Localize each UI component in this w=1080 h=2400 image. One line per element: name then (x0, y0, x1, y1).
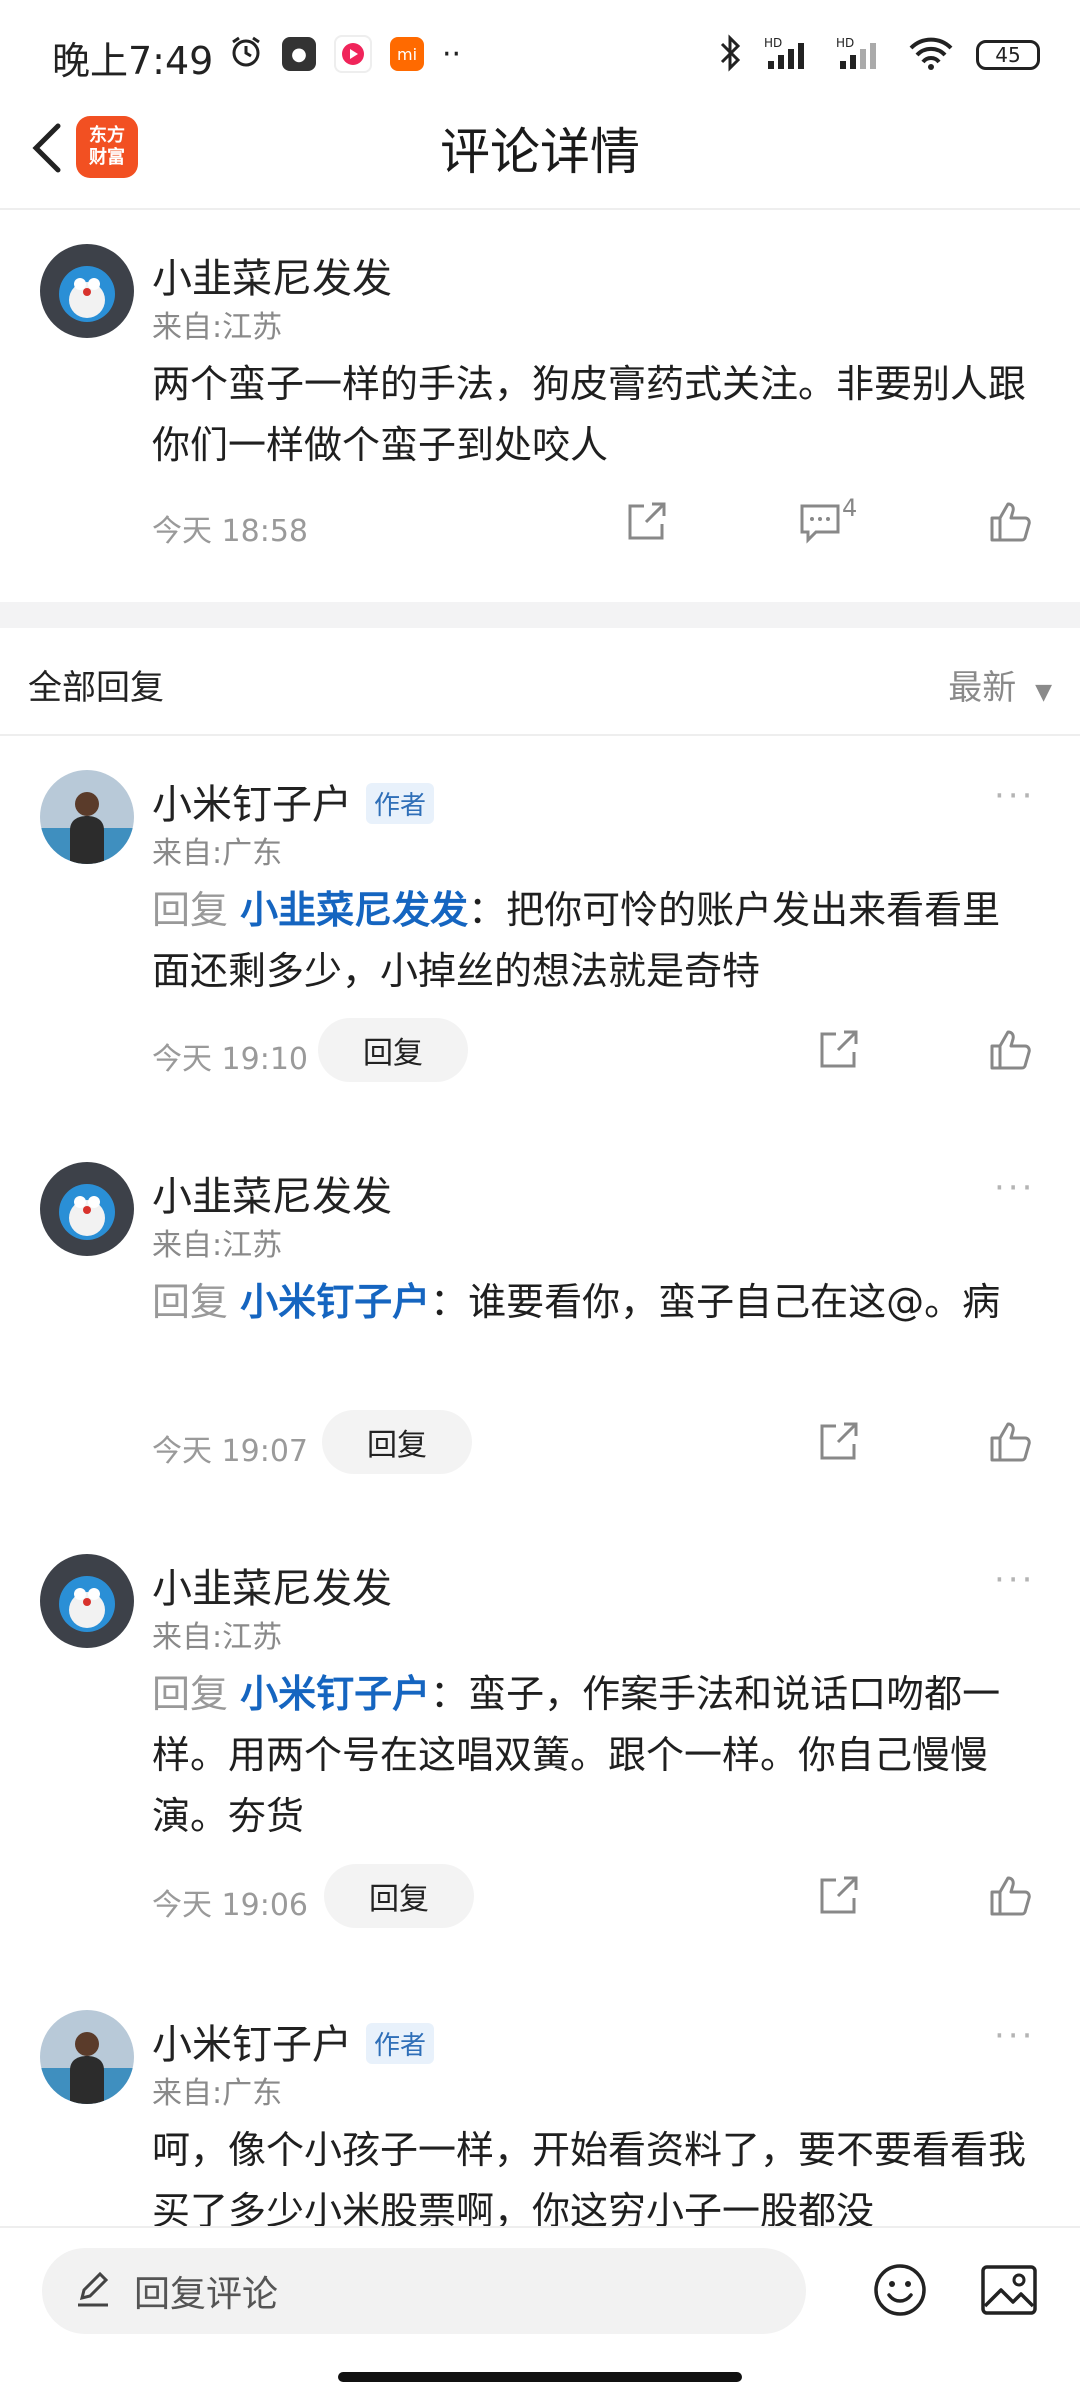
section-divider (0, 734, 1080, 736)
reply-location: 来自:江苏 (152, 1620, 283, 1655)
reply-button[interactable]: 回复 (322, 1410, 472, 1474)
nav-divider (0, 208, 1080, 210)
share-icon (820, 1030, 858, 1068)
reply-time: 今天 19:07 (152, 1434, 308, 1469)
reply-time: 今天 19:06 (152, 1888, 308, 1923)
smiley-icon (874, 2264, 926, 2316)
comment-author[interactable]: 小韭菜尼发发 (152, 246, 392, 304)
mention-link[interactable]: 小米钉子户 (240, 1280, 430, 1324)
avatar[interactable] (40, 770, 134, 864)
status-system-icons: HD HD 45 (718, 34, 1040, 76)
share-icon (820, 1422, 858, 1460)
author-badge: 作者 (366, 783, 435, 824)
reply-location: 来自:江苏 (152, 1228, 283, 1263)
comment-icon (800, 504, 840, 544)
reply-location: 来自:广东 (152, 2076, 283, 2111)
home-indicator[interactable] (338, 2372, 742, 2382)
emoji-button[interactable] (872, 2262, 928, 2322)
more-dots-icon: ··· (994, 1168, 1036, 1208)
thumbs-up-icon (990, 1876, 1031, 1916)
reply-button[interactable]: 回复 (318, 1018, 468, 1082)
reply-text: 回复 小韭菜尼发发：把你可怜的账户发出来看看里面还剩多少，小掉丝的想法就是奇特 (152, 888, 1001, 993)
alarm-icon (228, 34, 264, 74)
more-notifications-icon: ·· (442, 36, 462, 72)
more-options-button[interactable]: ··· (994, 776, 1035, 816)
image-upload-button[interactable] (980, 2264, 1038, 2320)
more-dots-icon: ··· (994, 1560, 1036, 1600)
status-notification-icons: ● mi ·· (228, 34, 461, 74)
share-icon (628, 502, 666, 540)
app-notification-icon: ● (282, 37, 316, 71)
reply-time: 今天 19:10 (152, 1042, 308, 1077)
caret-down-icon: ▼ (1035, 680, 1052, 705)
share-button[interactable] (624, 500, 668, 548)
reply-location: 来自:广东 (152, 836, 283, 871)
more-options-button[interactable]: ··· (994, 1168, 1035, 1208)
status-time: 晚上7:49 (52, 39, 214, 83)
video-app-icon (334, 35, 372, 73)
section-gap (0, 602, 1080, 628)
reply-button[interactable]: 回复 (324, 1864, 474, 1928)
more-options-button[interactable]: ··· (994, 2016, 1035, 2056)
thumbs-up-icon (990, 502, 1031, 542)
bluetooth-icon (718, 34, 742, 76)
reply-comment-input[interactable]: 回复评论 (42, 2248, 806, 2334)
avatar[interactable] (40, 2010, 134, 2104)
reply-author[interactable]: 小韭菜尼发发 (152, 1164, 392, 1222)
share-icon (820, 1876, 858, 1914)
svg-text:HD: HD (836, 36, 854, 50)
bottom-divider (0, 2226, 1080, 2228)
wifi-icon (908, 35, 954, 75)
reply-text: 呵，像个小孩子一样，开始看资料了，要不要看看我买了多少小米股票啊，你这穷小子一股… (152, 2128, 1027, 2226)
more-dots-icon: ··· (994, 776, 1036, 816)
author-badge: 作者 (366, 2023, 435, 2064)
like-button[interactable] (988, 1420, 1032, 1468)
more-options-button[interactable]: ··· (994, 1560, 1035, 1600)
thumbs-up-icon (990, 1422, 1031, 1462)
more-dots-icon: ··· (994, 2016, 1036, 2056)
signal-icon-2: HD (836, 35, 886, 75)
mention-link[interactable]: 小韭菜尼发发 (240, 888, 468, 932)
avatar[interactable] (40, 1554, 134, 1648)
mi-app-icon: mi (390, 37, 424, 71)
replies-section-title: 全部回复 (28, 668, 164, 708)
reply-author[interactable]: 小韭菜尼发发 (152, 1556, 392, 1614)
like-button[interactable] (988, 1874, 1032, 1922)
avatar[interactable] (40, 1162, 134, 1256)
reply-text: 回复 小米钉子户：蛮子，作案手法和说话口吻都一样。用两个号在这唱双簧。跟个一样。… (152, 1672, 1001, 1838)
share-button[interactable] (816, 1874, 860, 1922)
comment-text: 两个蛮子一样的手法，狗皮膏药式关注。非要别人跟你们一样做个蛮子到处咬人 (152, 362, 1027, 467)
mention-link[interactable]: 小米钉子户 (240, 1672, 430, 1716)
share-button[interactable] (816, 1028, 860, 1076)
like-button[interactable] (988, 1028, 1032, 1076)
reply-author[interactable]: 小米钉子户 作者 (152, 2012, 435, 2070)
like-button[interactable] (988, 500, 1032, 548)
comment-count-button[interactable] (798, 500, 842, 548)
thumbs-up-icon (990, 1030, 1031, 1070)
battery-indicator: 45 (976, 40, 1040, 70)
image-icon (981, 2265, 1037, 2315)
reply-count: 4 (842, 494, 858, 522)
pencil-icon (74, 2270, 112, 2312)
avatar[interactable] (40, 244, 134, 338)
page-title: 评论详情 (440, 123, 640, 181)
sort-dropdown[interactable]: 最新 ▼ (948, 660, 1052, 709)
share-button[interactable] (816, 1420, 860, 1468)
sort-label: 最新 (948, 668, 1017, 708)
svg-text:HD: HD (764, 36, 782, 50)
signal-icon-1: HD (764, 35, 814, 75)
reply-text: 回复 小米钉子户：谁要看你，蛮子自己在这@。病 (152, 1280, 1001, 1324)
comment-location: 来自:江苏 (152, 310, 283, 345)
comment-time: 今天 18:58 (152, 514, 308, 549)
reply-author[interactable]: 小米钉子户 作者 (152, 772, 435, 830)
